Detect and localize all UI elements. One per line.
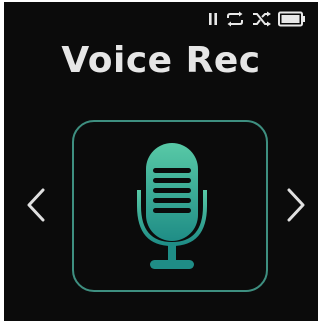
device-screen: Voice Rec [4, 2, 318, 321]
app-title: Voice Rec [61, 40, 261, 81]
shuffle-icon [253, 11, 271, 27]
repeat-icon [227, 11, 243, 27]
battery-icon [278, 11, 305, 27]
pause-icon [209, 13, 217, 25]
voice-rec-app-tile[interactable] [72, 120, 268, 292]
chevron-left-icon[interactable] [26, 188, 46, 222]
microphone-icon [137, 143, 207, 269]
chevron-right-icon[interactable] [286, 188, 306, 222]
status-bar [208, 8, 306, 30]
